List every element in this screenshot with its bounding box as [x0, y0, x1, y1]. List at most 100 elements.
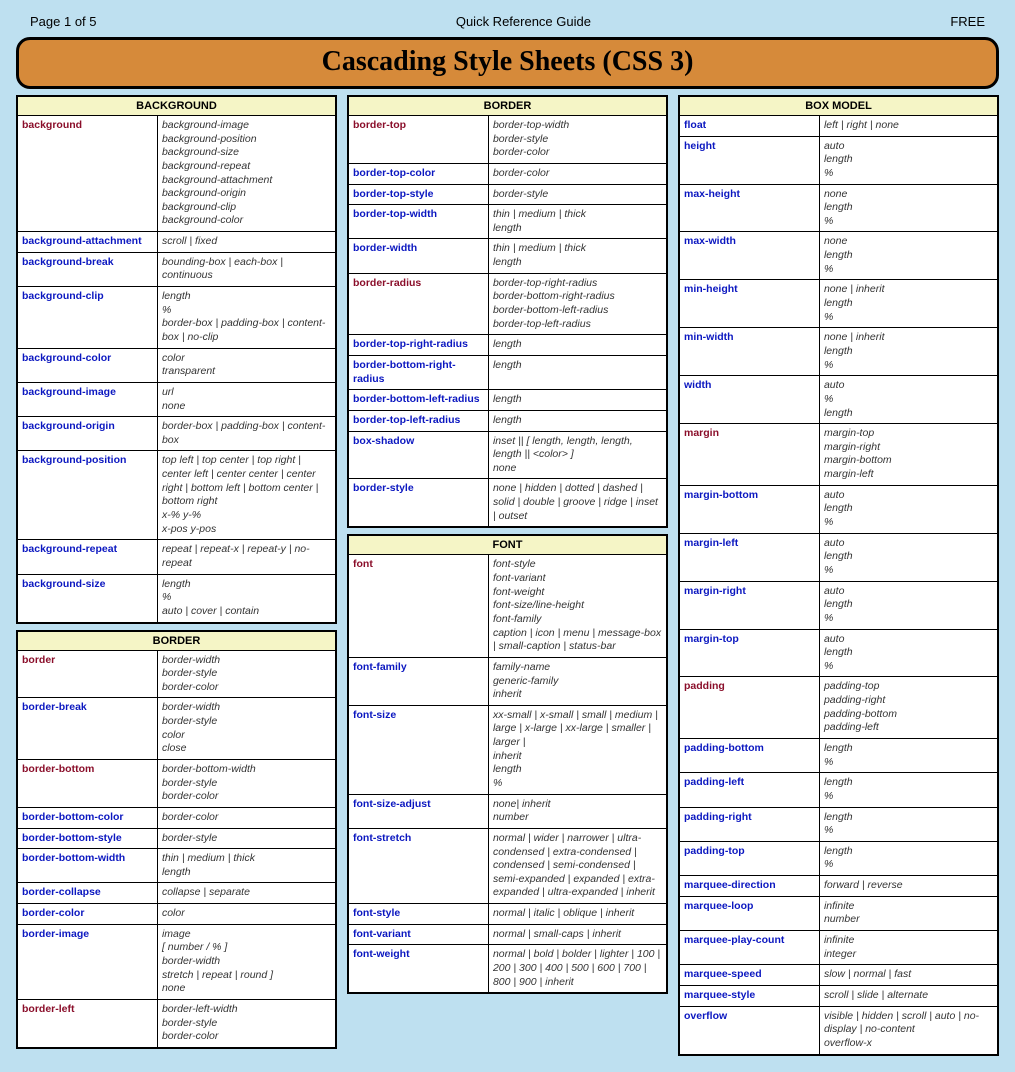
property-name: border-left — [18, 999, 157, 1046]
table-row: min-widthnone | inheritlength% — [680, 328, 997, 376]
property-name: padding-right — [680, 807, 819, 841]
property-values: visible | hidden | scroll | auto | no-di… — [819, 1006, 997, 1053]
table-row: max-heightnonelength% — [680, 184, 997, 232]
property-name: font-size-adjust — [349, 794, 488, 828]
page-indicator: Page 1 of 5 — [30, 14, 97, 29]
property-values: none| inheritnumber — [488, 794, 666, 828]
property-name: border-bottom-color — [18, 807, 157, 828]
table-row: border-top-styleborder-style — [349, 184, 666, 205]
property-name: box-shadow — [349, 431, 488, 479]
property-name: margin-top — [680, 629, 819, 677]
table-row: margin-leftautolength% — [680, 533, 997, 581]
property-name: font — [349, 555, 488, 657]
table-row: border-bottom-right-radiuslength — [349, 355, 666, 389]
table-row: font-weightnormal | bold | bolder | ligh… — [349, 945, 666, 992]
property-values: border-color — [488, 163, 666, 184]
doc-subtitle: Quick Reference Guide — [456, 14, 591, 29]
table-row: border-bottom-colorborder-color — [18, 807, 335, 828]
property-values: scroll | fixed — [157, 232, 335, 253]
property-name: float — [680, 116, 819, 136]
column: BORDERborder-topborder-top-widthborder-s… — [347, 95, 668, 1062]
property-values: auto%length — [819, 376, 997, 424]
property-name: border-top-width — [349, 205, 488, 239]
property-values: normal | small-caps | inherit — [488, 924, 666, 945]
property-values: background-imagebackground-positionbackg… — [157, 116, 335, 232]
property-values: nonelength% — [819, 184, 997, 232]
property-values: colortransparent — [157, 348, 335, 382]
table-row: border-topborder-top-widthborder-stylebo… — [349, 116, 666, 163]
table-row: borderborder-widthborder-styleborder-col… — [18, 651, 335, 698]
property-values: length — [488, 410, 666, 431]
property-values: xx-small | x-small | small | medium | la… — [488, 705, 666, 794]
property-name: border-style — [349, 479, 488, 526]
property-values: length — [488, 390, 666, 411]
title-banner: Cascading Style Sheets (CSS 3) — [16, 37, 999, 89]
property-values: length%auto | cover | contain — [157, 574, 335, 621]
property-values: border-left-widthborder-styleborder-colo… — [157, 999, 335, 1046]
property-values: thin | medium | thicklength — [157, 849, 335, 883]
property-values: font-stylefont-variantfont-weightfont-si… — [488, 555, 666, 657]
property-values: normal | wider | narrower | ultra-conden… — [488, 828, 666, 903]
property-values: border-top-right-radiusborder-bottom-rig… — [488, 273, 666, 335]
property-name: background-attachment — [18, 232, 157, 253]
table-row: margin-rightautolength% — [680, 581, 997, 629]
property-name: font-variant — [349, 924, 488, 945]
table-row: overflowvisible | hidden | scroll | auto… — [680, 1006, 997, 1053]
table-row: padding-leftlength% — [680, 773, 997, 807]
panel-heading: BORDER — [349, 97, 666, 116]
property-values: border-style — [488, 184, 666, 205]
property-name: border-top-right-radius — [349, 335, 488, 356]
property-name: border-bottom — [18, 759, 157, 807]
table-row: padding-toplength% — [680, 841, 997, 875]
table-row: background-repeatrepeat | repeat-x | rep… — [18, 540, 335, 574]
table-row: font-stylenormal | italic | oblique | in… — [349, 904, 666, 925]
table-row: border-imageimage[ number / % ]border-wi… — [18, 924, 335, 999]
property-values: normal | bold | bolder | lighter | 100 |… — [488, 945, 666, 992]
property-name: overflow — [680, 1006, 819, 1053]
property-name: background-break — [18, 252, 157, 286]
property-name: background-repeat — [18, 540, 157, 574]
property-values: scroll | slide | alternate — [819, 985, 997, 1006]
reference-panel: BORDERborder-topborder-top-widthborder-s… — [347, 95, 668, 528]
property-name: width — [680, 376, 819, 424]
property-values: nonelength% — [819, 232, 997, 280]
property-values: slow | normal | fast — [819, 965, 997, 986]
property-values: border-color — [157, 807, 335, 828]
property-values: thin | medium | thicklength — [488, 205, 666, 239]
property-name: border-color — [18, 904, 157, 925]
property-name: marquee-speed — [680, 965, 819, 986]
table-row: marquee-loopinfinitenumber — [680, 896, 997, 930]
property-name: padding-top — [680, 841, 819, 875]
column: BOX MODELfloatleft | right | noneheighta… — [678, 95, 999, 1062]
reference-panel: FONTfontfont-stylefont-variantfont-weigh… — [347, 534, 668, 994]
table-row: background-attachmentscroll | fixed — [18, 232, 335, 253]
property-values: forward | reverse — [819, 876, 997, 897]
table-row: paddingpadding-toppadding-rightpadding-b… — [680, 677, 997, 739]
table-row: border-bottomborder-bottom-widthborder-s… — [18, 759, 335, 807]
reference-table: floatleft | right | noneheightautolength… — [680, 116, 997, 1054]
table-row: marquee-play-countinfiniteinteger — [680, 931, 997, 965]
reference-table: borderborder-widthborder-styleborder-col… — [18, 651, 335, 1047]
property-name: border-bottom-left-radius — [349, 390, 488, 411]
property-name: border-bottom-width — [18, 849, 157, 883]
reference-panel: BACKGROUNDbackgroundbackground-imageback… — [16, 95, 337, 624]
property-name: padding-left — [680, 773, 819, 807]
table-row: marginmargin-topmargin-rightmargin-botto… — [680, 424, 997, 486]
property-name: background-clip — [18, 287, 157, 349]
table-row: margin-topautolength% — [680, 629, 997, 677]
table-row: font-stretchnormal | wider | narrower | … — [349, 828, 666, 903]
property-name: border-width — [349, 239, 488, 273]
property-name: border-bottom-style — [18, 828, 157, 849]
property-name: marquee-style — [680, 985, 819, 1006]
property-values: length — [488, 355, 666, 389]
table-row: margin-bottomautolength% — [680, 485, 997, 533]
table-row: border-top-widththin | medium | thicklen… — [349, 205, 666, 239]
property-name: marquee-loop — [680, 896, 819, 930]
top-bar: Page 1 of 5 Quick Reference Guide FREE — [10, 10, 1005, 37]
property-name: padding — [680, 677, 819, 739]
page-title: Cascading Style Sheets (CSS 3) — [19, 46, 996, 78]
table-row: background-colorcolortransparent — [18, 348, 335, 382]
property-values: border-widthborder-stylecolorclose — [157, 698, 335, 760]
property-name: max-height — [680, 184, 819, 232]
table-row: max-widthnonelength% — [680, 232, 997, 280]
